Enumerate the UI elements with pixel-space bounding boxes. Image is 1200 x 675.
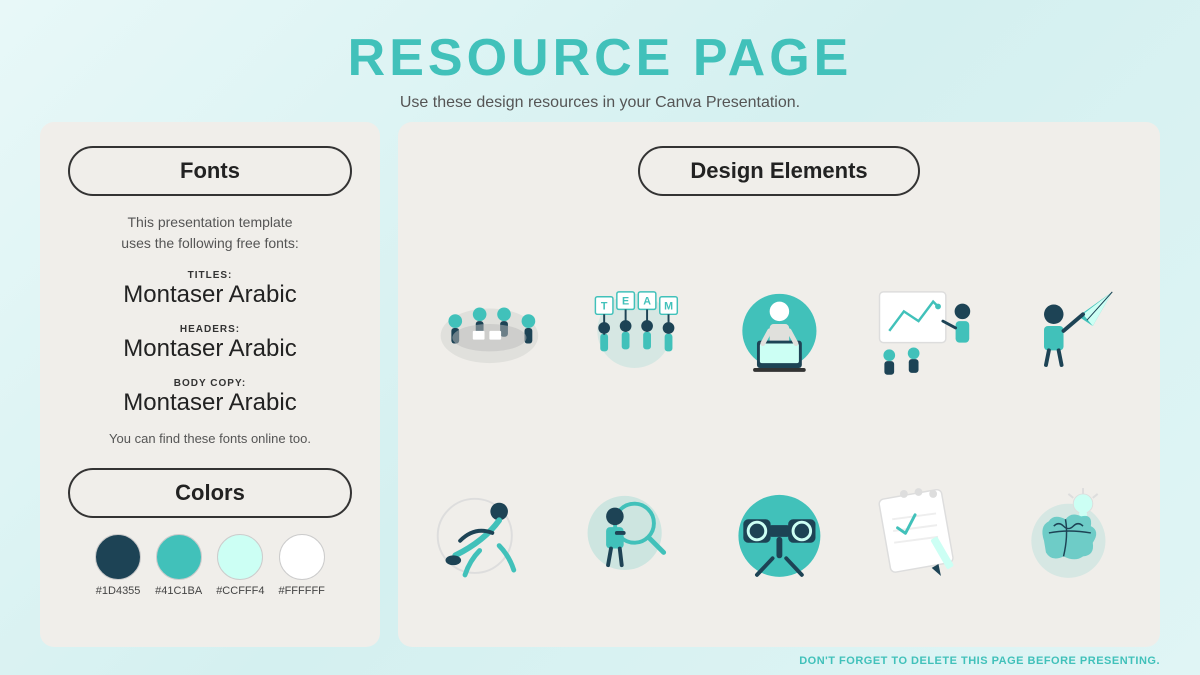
- main-content: Fonts This presentation template uses th…: [0, 122, 1200, 647]
- illustration-brain: [1005, 481, 1132, 581]
- color-hex-2: #41C1BA: [155, 585, 202, 597]
- illustrations-row-1: T E A M: [426, 230, 1132, 422]
- swatch-1: #1D4355: [95, 534, 141, 597]
- illustration-telescope: [716, 481, 843, 581]
- illustration-presenting: [860, 276, 987, 376]
- font-label-body: BODY COPY:: [68, 378, 352, 389]
- design-elements-title: Design Elements: [690, 158, 867, 183]
- font-name-titles: Montaser Arabic: [68, 281, 352, 310]
- illustration-meeting: [426, 276, 553, 376]
- swatch-3: #CCFFF4: [216, 534, 264, 597]
- design-elements-header: Design Elements: [426, 146, 1132, 212]
- illustration-notepad: [860, 481, 987, 581]
- footer-note: DON'T FORGET TO DELETE THIS PAGE BEFORE …: [0, 647, 1200, 675]
- illustration-laptop: [716, 276, 843, 376]
- svg-text:A: A: [643, 295, 651, 307]
- illustration-stretch: [426, 481, 553, 581]
- color-circle-3: [217, 534, 263, 580]
- color-circle-4: [279, 534, 325, 580]
- illustrations-grid: T E A M: [426, 230, 1132, 627]
- svg-text:T: T: [601, 300, 608, 312]
- svg-text:E: E: [622, 295, 629, 307]
- font-label-titles: TITLES:: [68, 270, 352, 281]
- color-hex-1: #1D4355: [96, 585, 141, 597]
- illustration-magnifier: [571, 481, 698, 581]
- font-entry-titles: TITLES: Montaser Arabic: [68, 270, 352, 310]
- color-circle-1: [95, 534, 141, 580]
- fonts-note: You can find these fonts online too.: [68, 431, 352, 446]
- color-hex-4: #FFFFFF: [278, 585, 324, 597]
- colors-section-box: Colors: [68, 468, 352, 518]
- fonts-section-box: Fonts: [68, 146, 352, 196]
- colors-section: Colors #1D4355 #41C1BA #CCFFF4 #FFFFFF: [68, 468, 352, 597]
- illustration-airplane: [1005, 276, 1132, 376]
- font-name-body: Montaser Arabic: [68, 389, 352, 418]
- design-elements-box: Design Elements: [638, 146, 919, 196]
- color-hex-3: #CCFFF4: [216, 585, 264, 597]
- color-swatches: #1D4355 #41C1BA #CCFFF4 #FFFFFF: [68, 534, 352, 597]
- font-name-headers: Montaser Arabic: [68, 335, 352, 364]
- colors-section-title: Colors: [175, 480, 245, 505]
- svg-text:M: M: [664, 300, 673, 312]
- fonts-intro: This presentation template uses the foll…: [68, 212, 352, 254]
- fonts-section-title: Fonts: [180, 158, 240, 183]
- left-panel: Fonts This presentation template uses th…: [40, 122, 380, 647]
- swatch-4: #FFFFFF: [278, 534, 324, 597]
- swatch-2: #41C1BA: [155, 534, 202, 597]
- font-label-headers: HEADERS:: [68, 324, 352, 335]
- illustrations-row-2: [426, 436, 1132, 628]
- page-title: RESOURCE PAGE: [348, 28, 853, 88]
- illustration-team: T E A M: [571, 276, 698, 376]
- right-panel: Design Elements: [398, 122, 1160, 647]
- font-entry-body: BODY COPY: Montaser Arabic: [68, 378, 352, 418]
- color-circle-2: [156, 534, 202, 580]
- page-subtitle: Use these design resources in your Canva…: [348, 94, 853, 112]
- page-header: RESOURCE PAGE Use these design resources…: [348, 0, 853, 122]
- font-entry-headers: HEADERS: Montaser Arabic: [68, 324, 352, 364]
